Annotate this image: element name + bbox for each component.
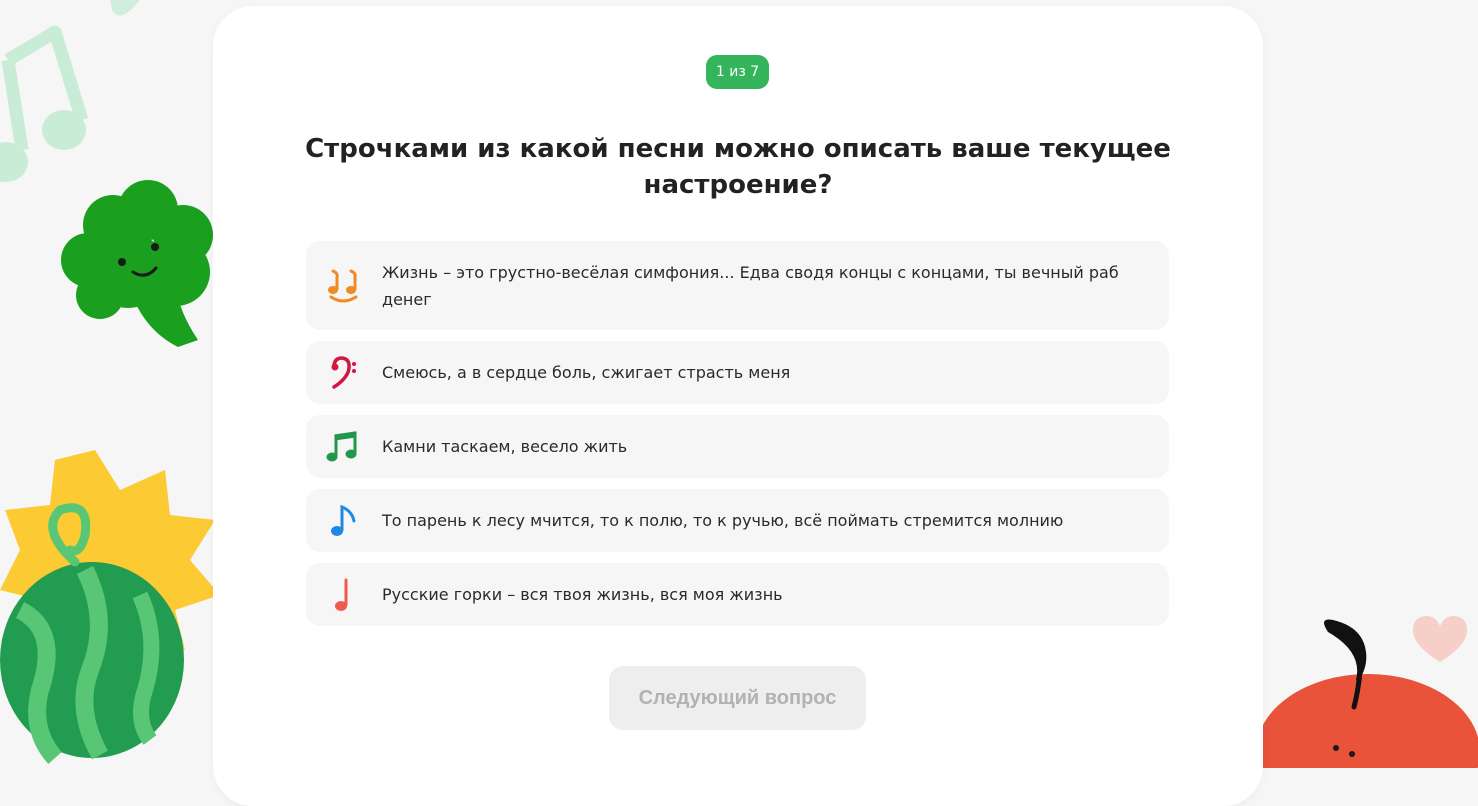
answer-option-label: Камни таскаем, весело жить (382, 437, 628, 456)
eighth-note-icon (326, 501, 360, 541)
quiz-card: 1 из 7 Строчками из какой песни можно оп… (213, 6, 1263, 806)
next-question-button[interactable]: Следующий вопрос (609, 666, 866, 730)
answer-option-label: Жизнь – это грустно-весёлая симфония... … (382, 262, 1119, 309)
apple-icon (1256, 619, 1478, 768)
progress-badge: 1 из 7 (706, 55, 769, 89)
broccoli-icon (61, 180, 213, 347)
answer-option-label: Русские горки – вся твоя жизнь, вся моя … (382, 585, 783, 604)
watermelon-icon (0, 503, 184, 764)
sun-icon (0, 450, 220, 660)
answer-option-2[interactable]: Смеюсь, а в сердце боль, сжигает страсть… (306, 341, 1169, 404)
answer-option-4[interactable]: То парень к лесу мчится, то к полю, то к… (306, 489, 1169, 552)
music-note-icon (0, 0, 140, 182)
answer-option-3[interactable]: Камни таскаем, весело жить (306, 415, 1169, 478)
answer-option-5[interactable]: Русские горки – вся твоя жизнь, вся моя … (306, 563, 1169, 626)
heart-icon (1412, 616, 1468, 662)
answer-options: Жизнь – это грустно-весёлая симфония... … (306, 241, 1169, 637)
smiling-notes-icon (326, 266, 360, 306)
beamed-notes-icon (326, 427, 360, 467)
answer-option-1[interactable]: Жизнь – это грустно-весёлая симфония... … (306, 241, 1169, 330)
answer-option-label: Смеюсь, а в сердце боль, сжигает страсть… (382, 363, 791, 382)
answer-option-label: То парень к лесу мчится, то к полю, то к… (382, 511, 1064, 530)
question-title: Строчками из какой песни можно описать в… (305, 134, 1171, 200)
quarter-note-icon (326, 575, 360, 615)
bass-clef-icon (326, 353, 360, 393)
